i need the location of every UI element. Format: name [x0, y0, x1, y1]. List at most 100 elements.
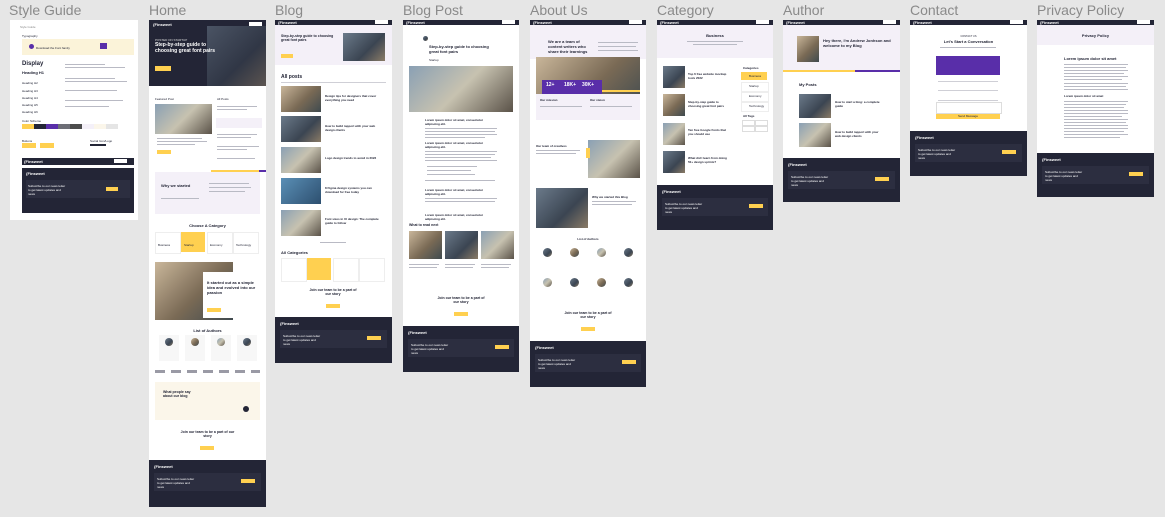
cat-post-image-4[interactable] — [663, 151, 685, 173]
frame-title-home[interactable]: Home — [149, 2, 186, 18]
blog-post-image-2[interactable] — [281, 116, 321, 142]
blog-post-title-5[interactable]: Font sizes in UI design: The complete gu… — [325, 217, 381, 225]
post-footer-logo[interactable]: {Finsweet — [408, 330, 427, 335]
home-cat-business-label: Business — [158, 243, 171, 247]
privacy-footer-logo[interactable]: {Finsweet — [1042, 157, 1061, 162]
next-arrow-icon[interactable] — [243, 406, 249, 412]
home-footer-logo[interactable]: {Finsweet — [154, 464, 173, 469]
frame-title-style-guide[interactable]: Style Guide — [9, 2, 81, 18]
privacy-subscribe-button[interactable] — [1137, 20, 1150, 24]
secondary-button-sample[interactable] — [40, 143, 54, 148]
contact-subscribe-button[interactable] — [1010, 20, 1023, 24]
post-next-image-1[interactable] — [409, 231, 442, 259]
cat-subscribe-button[interactable] — [756, 20, 769, 24]
home-join-button[interactable] — [200, 446, 214, 450]
blog-hero-button[interactable] — [281, 54, 293, 58]
frame-blog[interactable]: {Finsweet Step-by-step guide to choosing… — [275, 20, 392, 363]
about-subscribe-button[interactable] — [629, 20, 642, 24]
about-join-button[interactable] — [581, 327, 595, 331]
author-post-title-1[interactable]: How to start a blog: a complete guide — [835, 100, 885, 108]
author-post-image-2[interactable] — [799, 123, 831, 147]
post-footer-subscribe-button[interactable] — [495, 345, 509, 349]
about-footer-text: Subscribe to our news letter to get late… — [538, 358, 576, 370]
frame-title-author[interactable]: Author — [783, 2, 824, 18]
home-logo[interactable]: {Finsweet — [153, 22, 172, 27]
cat-post-title-1[interactable]: Top 6 free website mockup tools 2022 — [688, 72, 728, 80]
cat-footer-logo[interactable]: {Finsweet — [662, 189, 681, 194]
blog-post-image-3[interactable] — [281, 147, 321, 173]
author-footer-subscribe-button[interactable] — [875, 177, 889, 181]
avatar — [543, 248, 552, 257]
subscribe-nav-button[interactable] — [114, 159, 127, 163]
tag-chip[interactable] — [755, 126, 768, 132]
blog-cat-economy[interactable] — [333, 258, 359, 282]
cat-post-title-3[interactable]: Ten free Google Fonts that you should us… — [688, 128, 728, 136]
cat-post-image-2[interactable] — [663, 94, 685, 116]
blog-subscribe-button[interactable] — [375, 20, 388, 24]
home-featured-image[interactable] — [155, 104, 212, 134]
blog-join-button[interactable] — [326, 304, 340, 308]
frame-blog-post[interactable]: {Finsweet Step-by-step guide to choosing… — [403, 20, 519, 372]
post-logo[interactable]: {Finsweet — [406, 20, 425, 25]
post-join-button[interactable] — [454, 312, 468, 316]
home-footer-subscribe-button[interactable] — [241, 479, 255, 483]
frame-title-contact[interactable]: Contact — [910, 2, 958, 18]
frame-home[interactable]: {Finsweet POSTED ON STARTUP Step-by-step… — [149, 20, 266, 507]
privacy-footer-subscribe-button[interactable] — [1129, 172, 1143, 176]
frame-title-blog-post[interactable]: Blog Post — [403, 2, 463, 18]
contact-footer-subscribe-button[interactable] — [1002, 150, 1016, 154]
frame-privacy[interactable]: {Finsweet Privacy Policy Lorem ipsum dol… — [1037, 20, 1154, 197]
primary-button-sample[interactable] — [22, 143, 36, 148]
blog-post-title-3[interactable]: Logo design trends to avoid in 2022 — [325, 156, 381, 160]
frame-about[interactable]: {Finsweet We are a team of content write… — [530, 20, 646, 387]
author-subscribe-button[interactable] — [883, 20, 896, 24]
blog-post-title-1[interactable]: Design tips for designers that cover eve… — [325, 94, 381, 102]
blog-post-title-2[interactable]: How to build rapport with your web desig… — [325, 124, 381, 132]
about-why-image — [536, 188, 588, 228]
cat-post-image-1[interactable] — [663, 66, 685, 88]
post-tag[interactable]: Startup — [429, 57, 439, 63]
avatar — [597, 248, 606, 257]
blog-cat-startup[interactable] — [307, 258, 331, 280]
frame-title-about[interactable]: About Us — [530, 2, 588, 18]
footer-subscribe-button[interactable] — [106, 187, 118, 191]
frame-title-blog[interactable]: Blog — [275, 2, 303, 18]
home-featured-read-more[interactable] — [157, 150, 171, 154]
frame-category[interactable]: {Finsweet Business Top 6 free website mo… — [657, 20, 773, 230]
contact-message-field[interactable] — [936, 102, 1002, 114]
author-footer-logo[interactable]: {Finsweet — [788, 162, 807, 167]
author-post-image-1[interactable] — [799, 94, 831, 118]
blog-post-image-1[interactable] — [281, 86, 321, 112]
cat-post-image-3[interactable] — [663, 123, 685, 145]
cat-post-title-2[interactable]: Step-by-step guide to choosing great fon… — [688, 100, 728, 108]
frame-title-privacy[interactable]: Privacy Policy — [1037, 2, 1124, 18]
blog-post-image-5[interactable] — [281, 210, 321, 236]
about-footer-subscribe-button[interactable] — [622, 360, 636, 364]
frame-author[interactable]: {Finsweet Hey there, I'm Andrew Jonhson … — [783, 20, 900, 202]
cat-post-title-4[interactable]: What did I learn from doing 50+ design s… — [688, 156, 728, 164]
contact-footer-logo[interactable]: {Finsweet — [915, 135, 934, 140]
frame-style-guide[interactable]: Style Guide Typography Download the Font… — [10, 20, 138, 220]
home-subscribe-button[interactable] — [249, 22, 262, 26]
home-hero-button[interactable] — [155, 66, 171, 71]
cat-footer-subscribe-button[interactable] — [749, 204, 763, 208]
frame-title-category[interactable]: Category — [657, 2, 714, 18]
post-next-image-2[interactable] — [445, 231, 478, 259]
author-post-title-2[interactable]: How to build rapport with your web desig… — [835, 130, 885, 138]
home-story-button[interactable] — [207, 308, 221, 312]
blog-footer-subscribe-button[interactable] — [367, 336, 381, 340]
blog-post-title-4[interactable]: 8 Figma design systems you can download … — [325, 186, 381, 194]
download-font-label[interactable]: Download the Font family — [36, 45, 70, 51]
blog-cat-business[interactable] — [281, 258, 307, 282]
home-footer-text: Subscribe to our news letter to get late… — [157, 477, 195, 489]
frame-contact[interactable]: {Finsweet CONTACT US Let's Start a Conve… — [910, 20, 1027, 176]
blog-cat-technology[interactable] — [359, 258, 385, 282]
post-heading-1: Lorem ipsum dolor sit amet, consectetur … — [425, 118, 484, 126]
tag-chip[interactable] — [742, 126, 755, 132]
post-subscribe-button[interactable] — [502, 20, 515, 24]
about-footer-logo[interactable]: {Finsweet — [535, 345, 554, 350]
post-next-image-3[interactable] — [481, 231, 514, 259]
contact-logo[interactable]: {Finsweet — [913, 20, 932, 25]
blog-footer-logo[interactable]: {Finsweet — [280, 321, 299, 326]
blog-post-image-4[interactable] — [281, 178, 321, 204]
